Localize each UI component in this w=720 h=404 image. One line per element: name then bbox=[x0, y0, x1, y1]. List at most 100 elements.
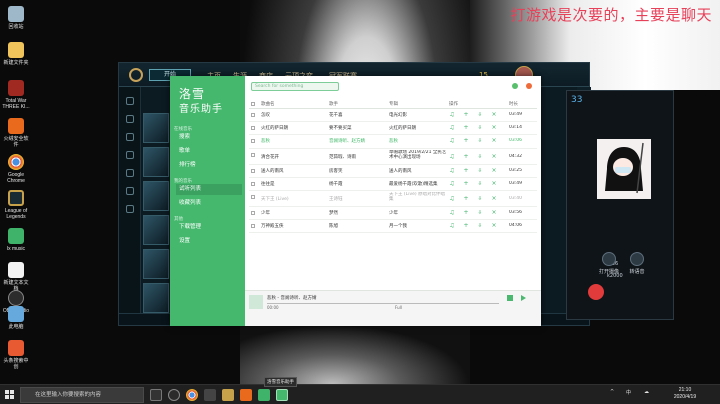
headphones-icon[interactable]: ♫ bbox=[449, 125, 455, 131]
camera-toggle-button[interactable] bbox=[602, 252, 616, 266]
voice-switch-button[interactable] bbox=[630, 252, 644, 266]
row-checkbox[interactable] bbox=[251, 224, 255, 229]
download-icon[interactable]: ⇩ bbox=[477, 125, 483, 131]
league-card[interactable] bbox=[143, 147, 169, 177]
league-card[interactable] bbox=[143, 215, 169, 245]
next-icon[interactable] bbox=[521, 295, 526, 301]
sidebar-item-charts[interactable]: 排行榜 bbox=[176, 160, 242, 171]
row-checkbox[interactable] bbox=[251, 139, 255, 144]
download-icon[interactable]: ⇩ bbox=[477, 154, 483, 160]
sidebar-item-trial-list[interactable]: 试听列表 bbox=[176, 184, 242, 195]
tray-chevron-icon[interactable]: ^ bbox=[610, 389, 614, 395]
league-card[interactable] bbox=[143, 181, 169, 211]
table-row[interactable]: 万神殿五侠 陈旭 月一个我 ♫ + ⇩ × 04:06 bbox=[249, 220, 537, 234]
table-row[interactable]: 少年 梦然 少年 ♫ + ⇩ × 03:56 bbox=[249, 207, 537, 221]
add-icon[interactable]: + bbox=[463, 112, 469, 118]
remove-icon[interactable]: × bbox=[491, 125, 497, 131]
wechat-taskbar-icon[interactable] bbox=[258, 389, 270, 401]
tray-ime-icon[interactable]: 中 bbox=[626, 389, 631, 396]
taskbar-clock[interactable]: 21:10 2020/4/19 bbox=[668, 387, 702, 401]
desktop-icon-league[interactable]: League of Legends bbox=[2, 190, 30, 220]
headphones-icon[interactable]: ♫ bbox=[449, 223, 455, 229]
league-card[interactable] bbox=[143, 249, 169, 279]
headphones-icon[interactable]: ♫ bbox=[449, 196, 455, 202]
desktop-icon-new-folder[interactable]: 新建文件夹 bbox=[2, 42, 30, 66]
sidebar-item-settings[interactable]: 设置 bbox=[176, 236, 242, 247]
minimize-button[interactable] bbox=[512, 83, 518, 89]
table-row-unavailable[interactable]: 天下王 (Live) 王诗钰 天下王 (Live) 原唱对比伴唱集 ♫ + ⇩ … bbox=[249, 191, 537, 207]
taskbar-search-input[interactable]: 在这里输入你要搜索的内容 bbox=[20, 387, 144, 403]
remove-icon[interactable]: × bbox=[491, 223, 497, 229]
start-button[interactable] bbox=[5, 390, 15, 400]
sidebar-item-playlist[interactable]: 歌单 bbox=[176, 146, 242, 157]
row-checkbox[interactable] bbox=[251, 168, 255, 173]
headphones-icon[interactable]: ♫ bbox=[449, 181, 455, 187]
headphones-icon[interactable]: ♫ bbox=[449, 154, 455, 160]
add-icon[interactable]: + bbox=[463, 210, 469, 216]
download-icon[interactable]: ⇩ bbox=[477, 181, 483, 187]
league-rail-icon[interactable] bbox=[125, 115, 134, 123]
task-view-icon[interactable] bbox=[150, 389, 162, 401]
add-icon[interactable]: + bbox=[463, 181, 469, 187]
add-icon[interactable]: + bbox=[463, 125, 469, 131]
headphones-icon[interactable]: ♫ bbox=[449, 168, 455, 174]
row-checkbox[interactable] bbox=[251, 194, 255, 199]
headphones-icon[interactable]: ♫ bbox=[449, 210, 455, 216]
select-all-checkbox[interactable] bbox=[251, 102, 255, 106]
league-rail-icon[interactable] bbox=[125, 187, 134, 195]
row-checkbox[interactable] bbox=[251, 181, 255, 186]
remove-icon[interactable]: × bbox=[491, 210, 497, 216]
table-row[interactable]: 送人的南风 房客笑 送人的南风 ♫ + ⇩ × 03:25 bbox=[249, 165, 537, 178]
remove-icon[interactable]: × bbox=[491, 112, 497, 118]
league-rail-icon[interactable] bbox=[125, 97, 134, 105]
lx-music-taskbar-icon[interactable] bbox=[276, 389, 288, 401]
search-input[interactable]: Search for something bbox=[251, 82, 339, 91]
hang-up-button[interactable] bbox=[588, 284, 604, 300]
league-rail-icon[interactable] bbox=[125, 205, 134, 213]
add-icon[interactable]: + bbox=[463, 138, 469, 144]
desktop-icon-chrome[interactable]: Google Chrome bbox=[2, 154, 30, 184]
chrome-taskbar-icon[interactable] bbox=[186, 389, 198, 401]
remove-icon[interactable]: × bbox=[491, 138, 497, 144]
obs-taskbar-icon[interactable] bbox=[168, 389, 180, 401]
row-checkbox[interactable] bbox=[251, 210, 255, 215]
table-row[interactable]: 清合花开 范茹瑕、诗雨 草帽歌场 2019/2/21 全民艺术中心演出现场 ♫ … bbox=[249, 149, 537, 165]
progress-bar[interactable] bbox=[267, 303, 499, 304]
league-taskbar-icon[interactable] bbox=[222, 389, 234, 401]
league-card[interactable] bbox=[143, 283, 169, 313]
add-icon[interactable]: + bbox=[463, 196, 469, 202]
sidebar-item-downloads[interactable]: 下载管理 bbox=[176, 222, 242, 233]
taskbar-app-icon[interactable] bbox=[204, 389, 216, 401]
remove-icon[interactable]: × bbox=[491, 154, 497, 160]
download-icon[interactable]: ⇩ bbox=[477, 223, 483, 229]
download-icon[interactable]: ⇩ bbox=[477, 112, 483, 118]
desktop-icon-total-war[interactable]: Total War THREE KI... bbox=[2, 80, 30, 110]
headphones-icon[interactable]: ♫ bbox=[449, 112, 455, 118]
table-row[interactable]: 往往是 杨千霞 最爱杨千霞(欢歌)精选集 ♫ + ⇩ × 03:49 bbox=[249, 178, 537, 191]
add-icon[interactable]: + bbox=[463, 154, 469, 160]
download-icon[interactable]: ⇩ bbox=[477, 210, 483, 216]
league-rail-icon[interactable] bbox=[125, 133, 134, 141]
table-row[interactable]: 火红的萨日朗 要不要买菜 火红的萨日朗 ♫ + ⇩ × 03:14 bbox=[249, 122, 537, 136]
download-icon[interactable]: ⇩ bbox=[477, 138, 483, 144]
headphones-icon[interactable]: ♫ bbox=[449, 138, 455, 144]
row-checkbox[interactable] bbox=[251, 126, 255, 131]
add-icon[interactable]: + bbox=[463, 223, 469, 229]
table-row[interactable]: 怎叹 花千喜 电光幻影 ♫ + ⇩ × 03:49 bbox=[249, 109, 537, 123]
desktop-icon-this-pc[interactable]: 此电脑 bbox=[2, 306, 30, 330]
sidebar-item-search[interactable]: 搜索 bbox=[176, 132, 242, 143]
sidebar-item-favorites[interactable]: 收藏列表 bbox=[176, 198, 242, 209]
league-rail-icon[interactable] bbox=[125, 151, 134, 159]
play-button[interactable] bbox=[507, 295, 513, 301]
desktop-icon-huorong[interactable]: 火绒安全软件 bbox=[2, 118, 30, 148]
download-icon[interactable]: ⇩ bbox=[477, 168, 483, 174]
league-card[interactable] bbox=[143, 113, 169, 143]
desktop-icon-toutiao[interactable]: 头条搜索中创 bbox=[2, 340, 30, 370]
remove-icon[interactable]: × bbox=[491, 196, 497, 202]
close-button[interactable] bbox=[526, 83, 532, 89]
desktop-icon-text-doc[interactable]: 新建文本文档 bbox=[2, 262, 30, 292]
huorong-taskbar-icon[interactable] bbox=[240, 389, 252, 401]
remove-icon[interactable]: × bbox=[491, 168, 497, 174]
row-checkbox[interactable] bbox=[251, 113, 255, 117]
remove-icon[interactable]: × bbox=[491, 181, 497, 187]
